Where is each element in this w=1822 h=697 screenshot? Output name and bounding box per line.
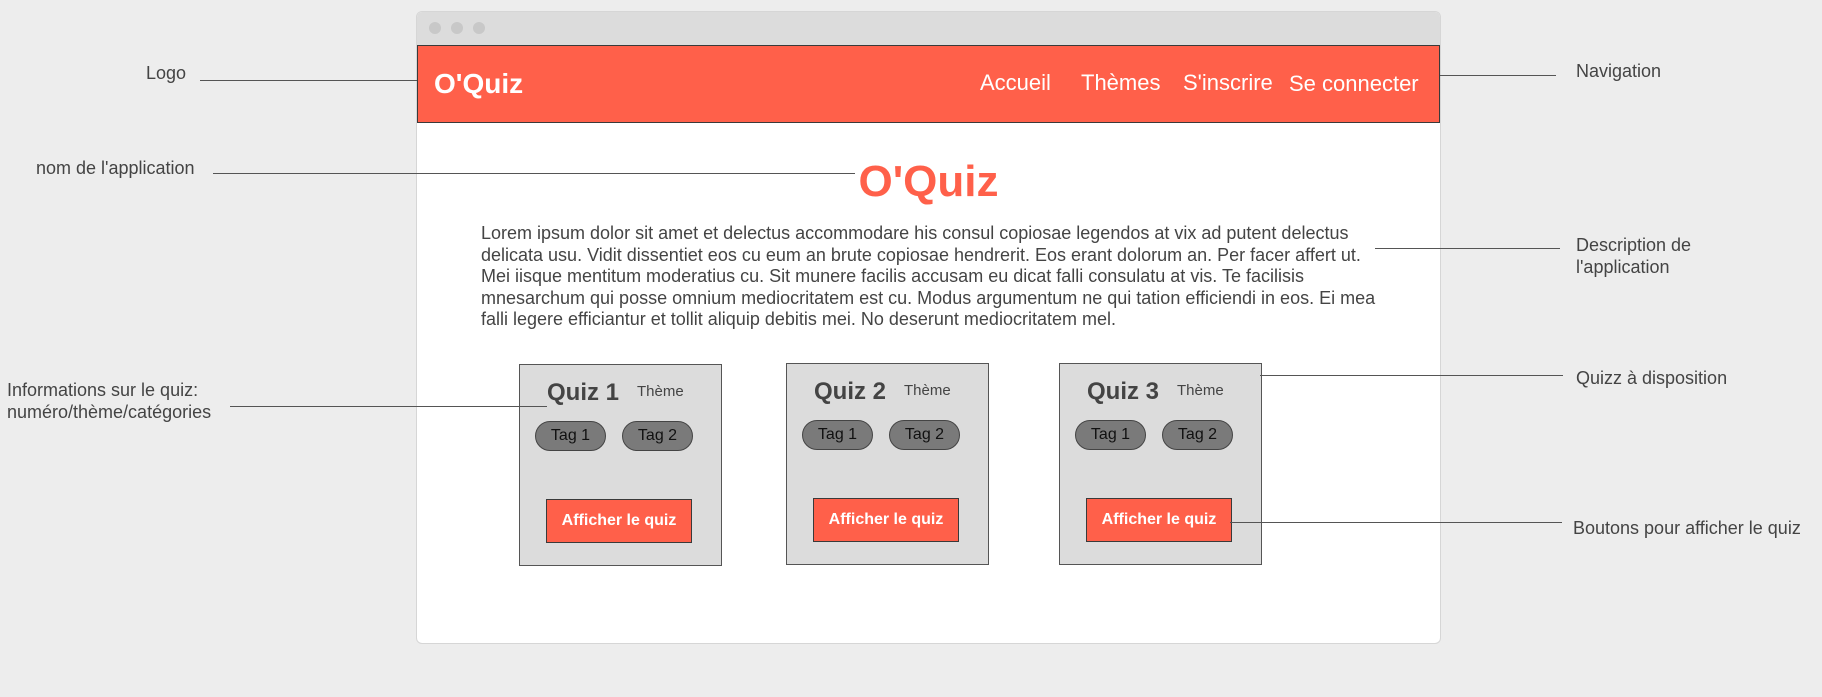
connector-line-description — [1375, 248, 1560, 249]
nav-link-signup[interactable]: S'inscrire — [1183, 70, 1273, 96]
app-description: Lorem ipsum dolor sit amet et delectus a… — [481, 223, 1376, 330]
logo[interactable]: O'Quiz — [434, 68, 523, 100]
annotation-description-line1: Description de — [1576, 235, 1692, 255]
connector-line-app-name — [213, 173, 855, 174]
annotation-quizzes: Quizz à disposition — [1576, 368, 1728, 388]
annotation-app-name: nom de l'application — [36, 158, 195, 178]
quiz-card: Quiz 3 Thème Tag 1 Tag 2 Afficher le qui… — [1059, 363, 1262, 565]
show-quiz-button[interactable]: Afficher le quiz — [813, 498, 959, 542]
annotation-quiz-info-line2: numéro/thème/catégories — [7, 402, 212, 422]
show-quiz-button[interactable]: Afficher le quiz — [546, 499, 692, 543]
show-quiz-button[interactable]: Afficher le quiz — [1086, 498, 1232, 542]
quiz-theme: Thème — [904, 382, 951, 399]
annotation-quiz-info-line1: Informations sur le quiz: — [7, 380, 199, 400]
window-dot-icon — [429, 22, 441, 34]
annotation-description-line2: l'application — [1576, 257, 1670, 277]
annotation-logo: Logo — [146, 63, 187, 83]
quiz-tag[interactable]: Tag 1 — [1075, 420, 1146, 450]
quiz-tag[interactable]: Tag 2 — [1162, 420, 1233, 450]
connector-line-buttons — [1230, 522, 1562, 523]
browser-titlebar — [417, 12, 1440, 45]
window-dot-icon — [473, 22, 485, 34]
annotation-buttons: Boutons pour afficher le quiz — [1573, 518, 1801, 538]
connector-line-quizzes — [1260, 375, 1563, 376]
navbar: O'Quiz Accueil Thèmes S'inscrire Se conn… — [417, 45, 1440, 123]
quiz-card: Quiz 1 Thème Tag 1 Tag 2 Afficher le qui… — [519, 364, 722, 566]
connector-line-navigation — [1440, 75, 1556, 76]
quiz-tag[interactable]: Tag 2 — [889, 420, 960, 450]
quiz-tag[interactable]: Tag 2 — [622, 421, 693, 451]
quiz-card: Quiz 2 Thème Tag 1 Tag 2 Afficher le qui… — [786, 363, 989, 565]
nav-link-home[interactable]: Accueil — [980, 70, 1051, 96]
nav-link-themes[interactable]: Thèmes — [1081, 70, 1160, 96]
browser-window: O'Quiz Accueil Thèmes S'inscrire Se conn… — [416, 11, 1441, 644]
window-dot-icon — [451, 22, 463, 34]
connector-line-logo — [200, 80, 417, 81]
quiz-title: Quiz 1 — [547, 379, 620, 406]
annotation-navigation: Navigation — [1576, 61, 1662, 81]
nav-link-login[interactable]: Se connecter — [1289, 71, 1419, 97]
quiz-tag[interactable]: Tag 1 — [802, 420, 873, 450]
quiz-title: Quiz 2 — [814, 378, 887, 405]
quiz-tag[interactable]: Tag 1 — [535, 421, 606, 451]
quiz-theme: Thème — [1177, 382, 1224, 399]
quiz-title: Quiz 3 — [1087, 378, 1160, 405]
quiz-theme: Thème — [637, 383, 684, 400]
page-title: O'Quiz — [858, 157, 999, 206]
connector-line-quiz-info — [230, 406, 547, 407]
